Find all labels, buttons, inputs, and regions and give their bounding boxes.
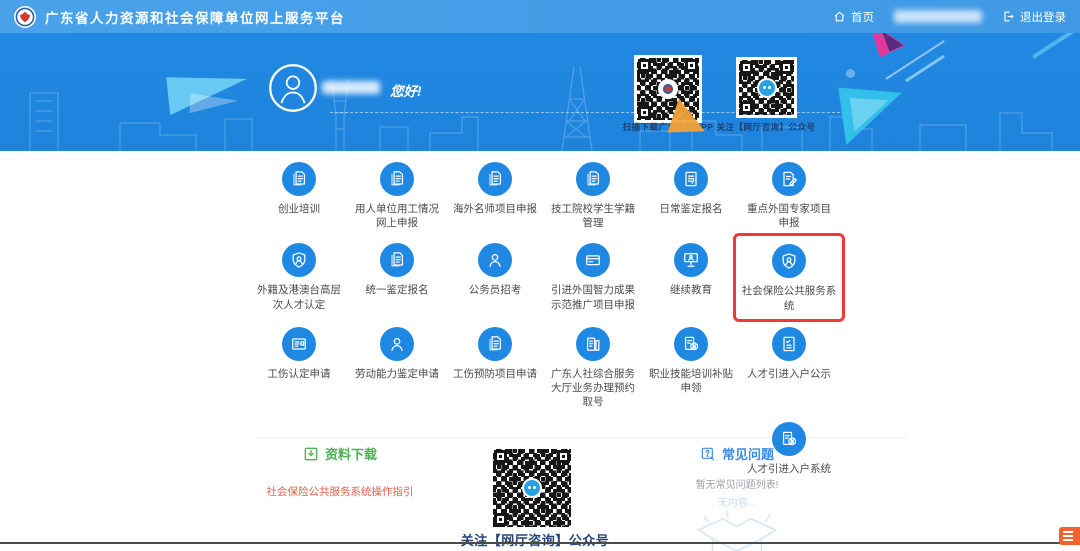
header-nav: 首页 退出登录 [833,0,1066,33]
service-item-continuing-education[interactable]: 继续教育 [642,241,740,313]
building-ticket-icon [576,327,610,361]
banner: 您好! 扫描下载广东人社APP 关注【网厅咨询】公众号 [0,33,1080,151]
service-label: 职业技能培训补贴申领 [644,367,738,395]
hrss-logo-icon [13,5,37,29]
document-edit-icon [772,162,806,196]
service-item-overseas-teacher-project[interactable]: 海外名师项目申报 [446,160,544,230]
faq-empty-text: 暂无常见问题列表! [672,476,802,491]
service-item-work-injury-prevention[interactable]: 工伤预防项目申请 [446,325,544,410]
service-item-civil-servant-recruitment[interactable]: 公务员招考 [446,241,544,313]
service-label: 广东人社综合服务大厅业务办理预约取号 [546,367,640,410]
service-item-technical-college-student-registry[interactable]: 技工院校学生学籍管理 [544,160,642,230]
service-label: 统一鉴定报名 [366,283,429,297]
document-icon [380,162,414,196]
document-icon [478,327,512,361]
service-label: 社会保险公共服务系统 [740,284,838,312]
paper-plane-facet [189,93,238,116]
footer-qr-caption: 关注【网厅咨询】公众号 [440,530,630,549]
chat-logo-icon [524,480,540,496]
subsidy-icon [674,327,708,361]
empty-box-illustration [685,509,789,551]
document-icon [380,243,414,277]
id-card-icon [282,327,316,361]
service-item-service-hall-appointment[interactable]: 广东人社综合服务大厅业务办理预约取号 [544,325,642,410]
service-item-high-level-talent-recognition[interactable]: 外籍及港澳台高层次人才认定 [250,241,348,313]
service-item-entrepreneurship-training[interactable]: 创业培训 [250,160,348,230]
service-label: 人才引进入户系统 [747,462,831,476]
hrss-emblem-icon [660,81,676,97]
services-grid: 创业培训 用人单位用工情况网上申报 海外名师项目申报 技工院校学生学籍管理 日常… [250,160,842,476]
nav-logout[interactable]: 退出登录 [1002,9,1066,25]
service-label: 引进外国智力成果示范推广项目申报 [546,283,640,311]
service-label: 用人单位用工情况网上申报 [350,202,444,230]
service-label: 工伤认定申请 [268,367,331,381]
service-item-work-injury-recognition[interactable]: 工伤认定申请 [250,325,348,410]
service-item-social-insurance-public-service[interactable]: 社会保险公共服务系统 [733,233,845,321]
service-item-talent-household-system[interactable]: 人才引进入户系统 [740,420,838,476]
city-skyline-decoration [0,63,1080,151]
notice-icon [772,327,806,361]
app-header: 广东省人力资源和社会保障单位网上服务平台 首页 退出登录 [0,0,1080,33]
service-item-daily-appraisal-registration[interactable]: 日常鉴定报名 [642,160,740,230]
page-title: 广东省人力资源和社会保障单位网上服务平台 [45,7,345,27]
service-label: 继续教育 [670,283,712,297]
logout-icon [1002,10,1015,23]
subsidy-icon [772,422,806,456]
shield-person-icon [772,244,806,278]
document-icon [576,162,610,196]
wechat-qr-caption: 关注【网厅咨询】公众号 [701,121,831,133]
service-item-training-subsidy[interactable]: 职业技能培训补贴申领 [642,325,740,410]
page: 广东省人力资源和社会保障单位网上服务平台 首页 退出登录 [0,0,1080,551]
faq-empty-hint: 无内容... [672,494,802,509]
service-label: 人才引进入户公示 [747,367,831,381]
shield-person-icon [282,243,316,277]
bottom-window-edge [0,542,1080,544]
service-item-talent-household-publicity[interactable]: 人才引进入户公示 [740,325,838,410]
service-label: 海外名师项目申报 [453,202,537,216]
person-icon [380,327,414,361]
service-label: 创业培训 [278,202,320,216]
home-icon [833,10,846,23]
presentation-icon [674,243,708,277]
streak-decoration [1032,33,1080,59]
service-item-key-foreign-expert-project[interactable]: 重点外国专家项目申报 [740,160,838,230]
floating-widget-icon[interactable] [1059,527,1080,545]
service-item-labor-capacity-appraisal[interactable]: 劳动能力鉴定申请 [348,325,446,410]
service-label: 公务员招考 [469,283,522,297]
chat-logo-icon [759,80,775,96]
service-label: 劳动能力鉴定申请 [355,367,439,381]
download-link-social-insurance-guide[interactable]: 社会保险公共服务系统操作指引 [255,484,425,499]
form-icon [674,162,708,196]
person-icon [478,243,512,277]
document-icon [478,162,512,196]
dot-decoration [846,69,855,78]
greeting-text: 您好! [390,80,422,100]
service-label: 工伤预防项目申请 [453,367,537,381]
username-redacted [894,10,982,23]
service-label: 技工院校学生学籍管理 [546,202,640,230]
nav-home-label: 首页 [851,9,874,25]
user-avatar [268,63,318,113]
cyan-triangle-facet [850,93,892,132]
service-label: 重点外国专家项目申报 [742,202,836,230]
service-item-foreign-intelligence-project[interactable]: 引进外国智力成果示范推广项目申报 [544,241,642,313]
service-label: 外籍及港澳台高层次人才认定 [252,283,346,311]
service-item-unified-appraisal-registration[interactable]: 统一鉴定报名 [348,241,446,313]
user-name-redacted [322,81,380,94]
service-label: 日常鉴定报名 [660,202,723,216]
nav-home[interactable]: 首页 [833,9,874,25]
document-icon [282,162,316,196]
wechat-account-qr-code [739,60,794,115]
nav-logout-label: 退出登录 [1020,9,1066,25]
card-icon [576,243,610,277]
service-item-employer-online-declaration[interactable]: 用人单位用工情况网上申报 [348,160,446,230]
